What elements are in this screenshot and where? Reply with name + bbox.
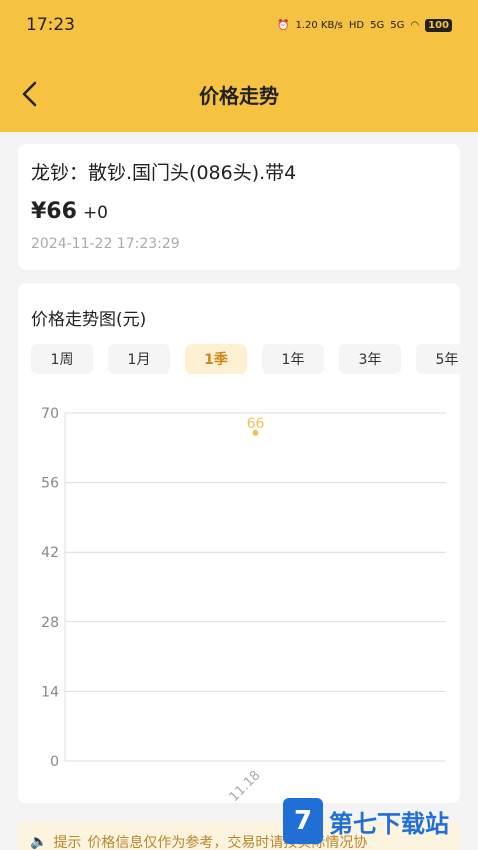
price-change: +0	[82, 203, 108, 223]
y-tick-label-5: 70	[41, 406, 59, 422]
price-date: 2024-11-22 17:23:29	[31, 236, 180, 252]
period-button-0[interactable]: 1周	[31, 344, 93, 374]
tip-label: 提示	[53, 835, 82, 850]
chart-title: 价格走势图(元)	[31, 310, 147, 330]
price-chart: 0 14 28 42 56 70 11.18 66	[41, 406, 446, 803]
status-icons: ⏰ 1.20 KB/s HD 5G 5G ◠ 100	[277, 18, 452, 32]
battery-icon: 100	[425, 18, 452, 32]
period-button-1[interactable]: 1月	[108, 344, 170, 374]
watermark: 7 第七下载站	[283, 798, 449, 844]
page-title: 价格走势	[199, 83, 279, 108]
period-button-3[interactable]: 1年	[262, 344, 324, 374]
y-tick-label-3: 42	[41, 545, 59, 561]
status-time: 17:23	[26, 15, 75, 35]
y-tick-label-0: 0	[50, 754, 59, 770]
y-tick-label-4: 56	[41, 476, 59, 492]
watermark-logo: 7	[283, 798, 323, 844]
product-info-card: 龙钞：散钞.国门头(086头).带4 ¥66 +0 2024-11-22 17:…	[18, 144, 460, 270]
wifi-icon: ◠	[410, 19, 420, 31]
watermark-text: 第七下载站	[329, 809, 449, 838]
period-button-4[interactable]: 3年	[339, 344, 401, 374]
chevron-left-icon	[22, 81, 37, 107]
price-chart-card: 价格走势图(元) 1周 1月 1季 1年 3年 5年 0 14 28 42 56 70 11.18 66	[18, 283, 460, 803]
price-row: ¥66 +0	[31, 199, 447, 224]
signal-5g-icon-2: 5G	[390, 19, 405, 31]
signal-5g-icon: 5G	[370, 19, 385, 31]
current-price: ¥66	[31, 199, 77, 224]
x-tick-label-0: 11.18	[227, 768, 264, 803]
hd-icon: HD	[348, 19, 365, 31]
alarm-icon: ⏰	[277, 19, 290, 31]
period-selector: 1周 1月 1季 1年 3年 5年	[31, 344, 460, 374]
network-speed: 1.20 KB/s	[295, 19, 343, 31]
speaker-icon: 🔈	[30, 834, 48, 850]
period-button-2[interactable]: 1季	[185, 344, 247, 374]
y-tick-label-2: 28	[41, 615, 59, 631]
nav-bar: 价格走势	[0, 62, 478, 126]
status-bar: 17:23 ⏰ 1.20 KB/s HD 5G 5G ◠ 100	[0, 0, 478, 50]
period-button-5[interactable]: 5年	[416, 344, 460, 374]
header-bar: 17:23 ⏰ 1.20 KB/s HD 5G 5G ◠ 100 价格走势	[0, 0, 478, 132]
back-button[interactable]	[12, 76, 48, 112]
product-name: 龙钞：散钞.国门头(086头).带4	[31, 162, 297, 184]
data-label-0-0: 66	[247, 416, 265, 432]
y-tick-label-1: 14	[41, 684, 59, 700]
